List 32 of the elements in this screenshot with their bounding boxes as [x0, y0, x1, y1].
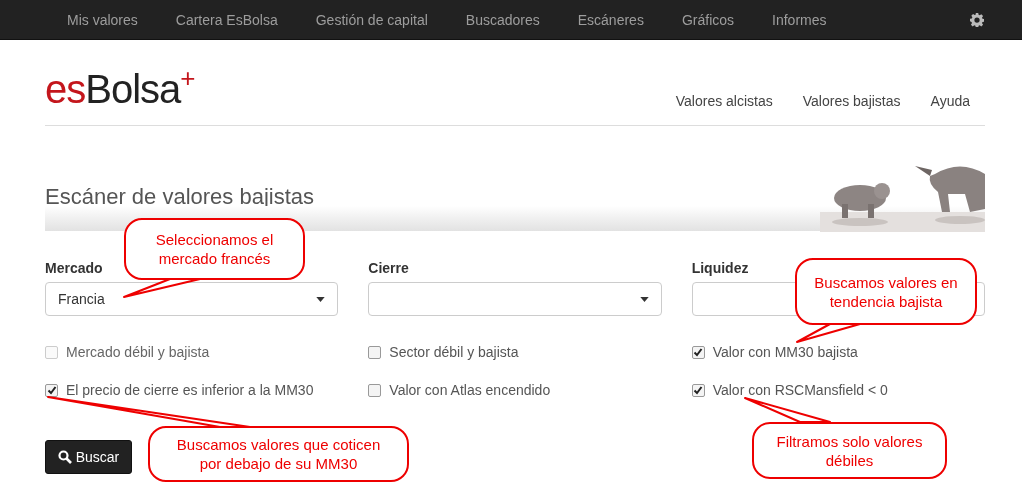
page-title: Escáner de valores bajistas — [45, 184, 315, 210]
nav-link[interactable]: Informes — [753, 0, 846, 40]
dropdown[interactable]: Francia — [45, 282, 339, 316]
checkbox-label: Valor con MM30 bajista — [712, 344, 858, 360]
checkbox-label: Valor con RSCMansfield < 0 — [712, 382, 888, 398]
checkbox[interactable] — [45, 383, 58, 397]
nav-link[interactable]: Valores bajistas — [802, 93, 901, 109]
field-label: Cierre — [368, 260, 410, 276]
checkbox-label: Sector débil y bajista — [389, 344, 519, 360]
nav-link[interactable]: Gráficos — [662, 0, 754, 40]
nav-link[interactable]: Buscadores — [446, 0, 559, 40]
logo[interactable]: esBolsa$^{+}$ — [45, 69, 195, 109]
settings-icon[interactable] — [970, 12, 984, 27]
search-button[interactable]: Buscar — [45, 440, 132, 474]
nav-link[interactable]: Mis valores — [48, 0, 157, 40]
checkbox-label: Mercado débil y bajista — [66, 344, 210, 360]
caret-icon — [639, 296, 649, 302]
search-icon — [57, 450, 72, 464]
nav-link[interactable]: Valores alcistas — [675, 93, 773, 109]
caret-icon — [316, 296, 326, 302]
nav-link[interactable]: Cartera EsBolsa — [156, 0, 297, 40]
checkbox-label: Valor con Atlas encendido — [389, 382, 551, 398]
nav-link[interactable]: Gestión de capital — [296, 0, 447, 40]
nav-link[interactable]: Escáneres — [558, 0, 663, 40]
field-label: Mercado — [45, 260, 104, 276]
checkbox[interactable] — [691, 345, 705, 359]
checkbox-label: El precio de cierre es inferior a la MM30 — [66, 382, 314, 398]
nav-link[interactable]: Ayuda — [930, 93, 970, 109]
field-label: Liquidez — [691, 260, 750, 276]
checkbox[interactable] — [368, 345, 382, 359]
checkbox[interactable] — [691, 383, 705, 397]
checkbox[interactable] — [368, 383, 382, 397]
